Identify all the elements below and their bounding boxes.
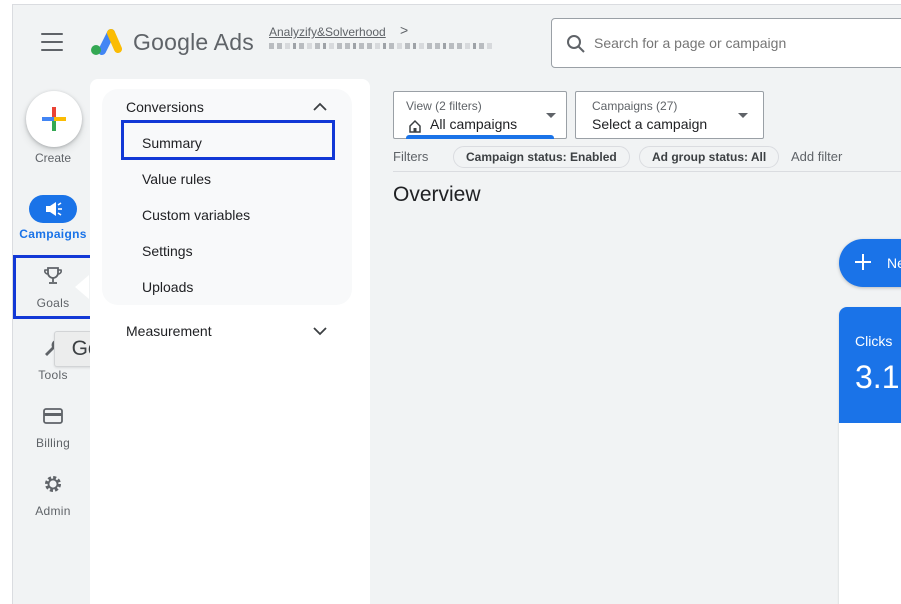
top-header: Google Ads Analyzify&Solverhood > <box>13 5 901 81</box>
goals-active-pointer <box>75 275 89 299</box>
campaign-select-dropdown[interactable]: Campaigns (27) Select a campaign <box>575 91 764 139</box>
summary-highlight-box <box>121 120 335 160</box>
account-chevron-icon[interactable]: > <box>400 22 408 38</box>
rail-label-admin: Admin <box>35 504 71 518</box>
campaign-select-value: Select a campaign <box>592 116 708 132</box>
menu-icon[interactable] <box>41 33 63 51</box>
new-campaign-label: Ne <box>887 255 901 271</box>
credit-card-icon <box>43 408 63 424</box>
search-input[interactable] <box>594 35 894 51</box>
chevron-down-icon[interactable] <box>312 323 328 339</box>
main-content: View (2 filters) All campaigns Campaigns… <box>381 79 901 604</box>
dropdown-arrow-icon <box>546 113 556 118</box>
menu-item-settings[interactable]: Settings <box>142 243 193 259</box>
create-button[interactable] <box>26 91 82 147</box>
account-name-link[interactable]: Analyzify&Solverhood <box>269 25 386 39</box>
add-filter-link[interactable]: Add filter <box>791 149 842 164</box>
rail-item-billing[interactable]: Billing <box>13 405 93 450</box>
rail-label-campaigns: Campaigns <box>19 227 87 241</box>
create-label: Create <box>34 151 72 165</box>
home-icon <box>409 119 421 133</box>
dropdown-arrow-icon <box>738 113 748 118</box>
clicks-stat-card[interactable]: Clicks 3.19 <box>839 307 901 604</box>
plus-icon <box>42 107 66 131</box>
stat-label: Clicks <box>855 333 893 349</box>
new-campaign-button[interactable]: Ne <box>839 239 901 287</box>
view-filter-value: All campaigns <box>430 116 518 132</box>
filter-chip-ad-group-status[interactable]: Ad group status: All <box>639 146 780 168</box>
menu-item-custom-variables[interactable]: Custom variables <box>142 207 250 223</box>
menu-item-value-rules[interactable]: Value rules <box>142 171 211 187</box>
plus-icon <box>855 254 871 270</box>
view-active-underline <box>406 135 554 139</box>
filter-chip-campaign-status[interactable]: Campaign status: Enabled <box>453 146 630 168</box>
account-id-redacted <box>269 43 492 49</box>
brand-title: Google Ads <box>133 29 254 55</box>
chevron-up-icon[interactable] <box>312 99 328 115</box>
menu-item-uploads[interactable]: Uploads <box>142 279 193 295</box>
filter-divider <box>393 171 901 172</box>
goals-submenu: Conversions Summary Value rules Custom v… <box>90 79 370 604</box>
rail-item-admin[interactable]: Admin <box>13 473 93 518</box>
gear-icon <box>45 476 61 492</box>
page-title: Overview <box>393 183 481 206</box>
app-frame: Google Ads Analyzify&Solverhood > Create <box>12 4 901 604</box>
stat-value: 3.19 <box>855 359 901 395</box>
rail-item-campaigns[interactable]: Campaigns <box>13 195 93 241</box>
search-box[interactable] <box>551 18 901 68</box>
rail-label-tools: Tools <box>38 368 68 382</box>
view-filter-label: View (2 filters) <box>406 99 482 113</box>
rail-label-billing: Billing <box>35 436 71 450</box>
campaign-select-label: Campaigns (27) <box>592 99 678 113</box>
measurement-header[interactable]: Measurement <box>126 323 212 339</box>
google-ads-logo <box>91 29 122 55</box>
megaphone-icon <box>29 195 77 223</box>
conversions-header[interactable]: Conversions <box>126 99 204 115</box>
search-icon <box>567 35 585 53</box>
view-filter-dropdown[interactable]: View (2 filters) All campaigns <box>393 91 567 139</box>
filters-label: Filters <box>393 149 429 164</box>
